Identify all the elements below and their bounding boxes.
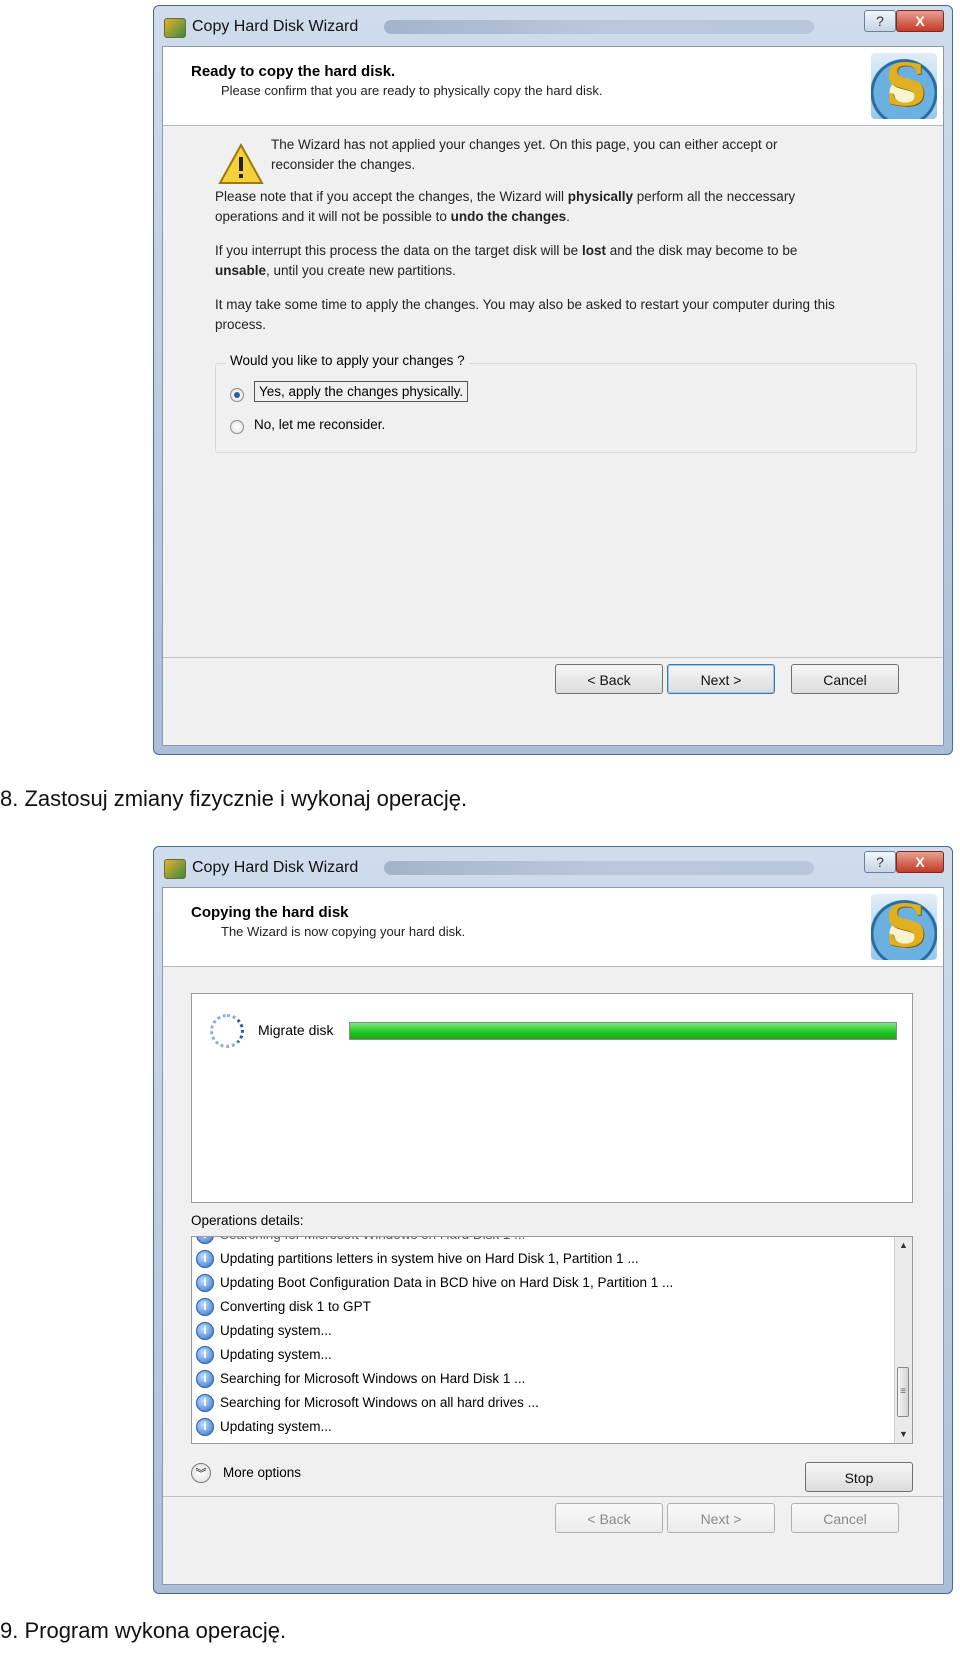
caption-step-8: 8. Zastosuj zmiany fizycznie i wykonaj o…: [0, 786, 468, 811]
scroll-down-arrow-icon[interactable]: ▼: [895, 1426, 912, 1443]
task-label: Migrate disk: [258, 1022, 334, 1038]
wizard-header: Ready to copy the hard disk. Please conf…: [163, 47, 943, 126]
list-item: i Searching for Microsoft Windows on all …: [196, 1391, 539, 1415]
progress-panel: Migrate disk: [191, 993, 913, 1203]
app-icon: [164, 18, 186, 38]
list-item: i Updating system...: [196, 1343, 332, 1367]
blurred-title-detail: [384, 861, 814, 875]
app-logo: S: [871, 51, 937, 119]
warning-icon: [218, 143, 264, 184]
title-bar[interactable]: Copy Hard Disk Wizard ? X: [154, 6, 952, 46]
back-button[interactable]: < Back: [555, 1503, 663, 1533]
list-item: i Updating Boot Configuration Data in BCD…: [196, 1271, 673, 1295]
window-title: Copy Hard Disk Wizard: [192, 859, 359, 876]
interrupt-paragraph: If you interrupt this process the data o…: [215, 243, 798, 278]
page-subtitle: The Wizard is now copying your hard disk…: [221, 924, 466, 939]
operations-details-label: Operations details:: [191, 1213, 304, 1228]
wizard-client-area: Ready to copy the hard disk. Please conf…: [162, 46, 944, 746]
more-options-link[interactable]: More options: [223, 1465, 301, 1480]
list-item: i Updating system...: [196, 1319, 332, 1343]
yes-radio-label[interactable]: Yes, apply the changes physically.: [254, 381, 469, 402]
title-bar[interactable]: Copy Hard Disk Wizard ? X: [154, 847, 952, 887]
time-paragraph: It may take some time to apply the chang…: [215, 297, 835, 332]
wizard-window-copying: Copy Hard Disk Wizard ? X Copying the ha…: [153, 846, 953, 1594]
info-icon: i: [196, 1418, 214, 1437]
close-button[interactable]: X: [896, 10, 944, 32]
app-icon: [164, 859, 186, 879]
no-radio-label[interactable]: No, let me reconsider.: [254, 417, 385, 432]
footer-divider: [163, 657, 943, 658]
info-icon: i: [196, 1298, 214, 1317]
next-button[interactable]: Next >: [667, 664, 775, 694]
progress-bar: [349, 1022, 897, 1040]
list-item: i Converting disk 1 to GPT: [196, 1295, 371, 1319]
info-icon: i: [196, 1274, 214, 1293]
info-icon: i: [196, 1394, 214, 1413]
cancel-button[interactable]: Cancel: [791, 664, 899, 694]
app-logo: S: [871, 892, 937, 960]
list-item: i Searching for Microsoft Windows on Hard…: [196, 1367, 525, 1391]
window-title: Copy Hard Disk Wizard: [192, 18, 359, 35]
footer-divider: [163, 1496, 943, 1497]
info-icon: i: [196, 1370, 214, 1389]
caption-step-9: 9. Program wykona operację.: [0, 1618, 287, 1643]
spinner-icon: [210, 1014, 244, 1048]
note-paragraph: Please note that if you accept the chang…: [215, 189, 796, 224]
page-title: Copying the hard disk: [191, 904, 349, 921]
info-icon: i: [196, 1346, 214, 1365]
wizard-client-area: Copying the hard disk The Wizard is now …: [162, 887, 944, 1585]
wizard-header: Copying the hard disk The Wizard is now …: [163, 888, 943, 967]
cancel-button[interactable]: Cancel: [791, 1503, 899, 1533]
warning-text: The Wizard has not applied your changes …: [271, 137, 778, 172]
list-item: i Updating partitions letters in system h…: [196, 1247, 639, 1271]
no-radio[interactable]: [230, 420, 244, 434]
info-icon: i: [196, 1322, 214, 1341]
wizard-window-confirm: Copy Hard Disk Wizard ? X Ready to copy …: [153, 5, 953, 755]
info-icon: i: [196, 1237, 214, 1245]
scroll-thumb[interactable]: ≡: [897, 1367, 909, 1417]
help-button[interactable]: ?: [864, 851, 896, 873]
yes-radio[interactable]: [230, 388, 244, 402]
apply-question: Would you like to apply your changes ?: [226, 353, 469, 368]
chevron-down-icon[interactable]: ︾: [191, 1463, 211, 1483]
list-item: i Updating system...: [196, 1415, 332, 1439]
operations-list[interactable]: iSearching for Microsoft Windows on Hard…: [191, 1236, 913, 1444]
stop-button[interactable]: Stop: [805, 1462, 913, 1492]
back-button[interactable]: < Back: [555, 664, 663, 694]
list-item-partial: iSearching for Microsoft Windows on Hard…: [196, 1237, 525, 1247]
blurred-title-detail: [384, 20, 814, 34]
next-button[interactable]: Next >: [667, 1503, 775, 1533]
progress-fill: [350, 1023, 896, 1039]
help-button[interactable]: ?: [864, 10, 896, 32]
list-scrollbar[interactable]: ▲ ≡ ▼: [894, 1237, 912, 1443]
close-button[interactable]: X: [896, 851, 944, 873]
apply-options-group: Would you like to apply your changes ? Y…: [215, 353, 917, 453]
page-title: Ready to copy the hard disk.: [191, 63, 396, 80]
info-icon: i: [196, 1250, 214, 1269]
scroll-up-arrow-icon[interactable]: ▲: [895, 1237, 912, 1254]
page-subtitle: Please confirm that you are ready to phy…: [221, 83, 603, 98]
